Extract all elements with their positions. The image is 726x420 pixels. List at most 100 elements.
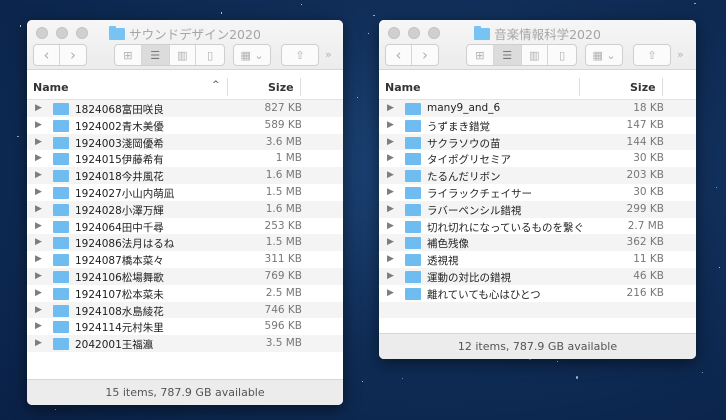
- folder-row[interactable]: ▶ 1924087橋本菜々 311 KB: [27, 251, 343, 268]
- folder-row[interactable]: ▶ 1924086法月はるね 1.5 MB: [27, 234, 343, 252]
- disclosure-triangle-icon[interactable]: ▶: [387, 103, 394, 113]
- folder-row[interactable]: ▶ many9_and_6 18 KB: [379, 100, 696, 117]
- folder-row[interactable]: ▶ 1924015伊藤希有 1 MB: [27, 150, 343, 167]
- disclosure-triangle-icon[interactable]: ▶: [387, 170, 394, 180]
- folder-row[interactable]: ▶ 1924064田中千尋 253 KB: [27, 218, 343, 235]
- folder-icon: [405, 287, 421, 300]
- folder-row[interactable]: ▶ 1924107松本菜未 2.5 MB: [27, 285, 343, 302]
- folder-row[interactable]: ▶ ラバーペンシル錯視 299 KB: [379, 200, 696, 218]
- disclosure-triangle-icon[interactable]: ▶: [35, 271, 42, 281]
- disclosure-triangle-icon[interactable]: ▶: [35, 204, 42, 214]
- disclosure-triangle-icon[interactable]: ▶: [387, 221, 394, 231]
- group-by-button[interactable]: ▦ ⌄: [234, 45, 270, 65]
- folder-row[interactable]: ▶ 切れ切れになっているものを繋ぐ 2.7 MB: [379, 218, 696, 235]
- share-button[interactable]: ⇧: [282, 45, 318, 65]
- file-list: ▶ many9_and_6 18 KB ▶ うずまき錯覚 147 KB ▶ サクラソウの苗 14…: [379, 100, 696, 335]
- group-by-button[interactable]: ▦ ⌄: [586, 45, 622, 65]
- disclosure-triangle-icon[interactable]: ▶: [387, 137, 394, 147]
- status-bar: 15 items, 787.9 GB available: [27, 379, 343, 405]
- star: [715, 187, 717, 189]
- share-button[interactable]: ⇧: [634, 45, 670, 65]
- forward-button[interactable]: ›: [60, 45, 86, 65]
- disclosure-triangle-icon[interactable]: ▶: [35, 103, 42, 113]
- folder-size: 147 KB: [626, 118, 664, 131]
- disclosure-triangle-icon[interactable]: ▶: [35, 170, 42, 180]
- folder-size: 1.5 MB: [265, 185, 302, 198]
- title-bar[interactable]: 音楽情報科学2020 ‹ › ⊞ ☰ ▥ ▯ ▦ ⌄ ⇧ »: [379, 20, 696, 70]
- folder-row[interactable]: ▶ 透視視 11 KB: [379, 251, 696, 268]
- column-view-button[interactable]: ▥: [170, 45, 197, 65]
- folder-icon: [405, 136, 421, 149]
- folder-row[interactable]: ▶ 1924027小山内萌凪 1.5 MB: [27, 184, 343, 201]
- folder-row[interactable]: ▶ タイポグリセミア 30 KB: [379, 150, 696, 167]
- folder-name: 1924108水島綾花: [75, 305, 164, 318]
- disclosure-triangle-icon[interactable]: ▶: [35, 254, 42, 264]
- folder-row[interactable]: ▶ 1924002青木美優 589 KB: [27, 117, 343, 134]
- disclosure-triangle-icon[interactable]: ▶: [35, 321, 42, 331]
- toolbar-overflow-button[interactable]: »: [325, 48, 332, 61]
- disclosure-triangle-icon[interactable]: ▶: [35, 153, 42, 163]
- folder-row[interactable]: ▶ たるんだリボン 203 KB: [379, 167, 696, 184]
- star: [575, 376, 579, 379]
- disclosure-triangle-icon[interactable]: ▶: [35, 305, 42, 315]
- folder-icon: [405, 203, 421, 216]
- gallery-view-button[interactable]: ▯: [548, 45, 576, 65]
- folder-size: 769 KB: [264, 269, 302, 282]
- size-column-header[interactable]: Size: [630, 81, 656, 94]
- disclosure-triangle-icon[interactable]: ▶: [387, 288, 394, 298]
- list-view-button[interactable]: ☰: [493, 45, 522, 65]
- folder-row[interactable]: ▶ 運動の対比の錯視 46 KB: [379, 267, 696, 285]
- folder-row[interactable]: ▶ うずまき錯覚 147 KB: [379, 117, 696, 134]
- icon-view-button[interactable]: ⊞: [467, 45, 494, 65]
- name-column-header[interactable]: Name: [385, 81, 421, 94]
- folder-row[interactable]: ▶ 1924108水島綾花 746 KB: [27, 301, 343, 319]
- gallery-view-button[interactable]: ▯: [196, 45, 224, 65]
- toolbar-overflow-button[interactable]: »: [677, 48, 684, 61]
- disclosure-triangle-icon[interactable]: ▶: [35, 221, 42, 231]
- size-column-header[interactable]: Size: [268, 81, 294, 94]
- back-button[interactable]: ‹: [34, 45, 61, 65]
- disclosure-triangle-icon[interactable]: ▶: [35, 137, 42, 147]
- folder-icon: [405, 119, 421, 132]
- title-bar[interactable]: サウンドデザイン2020 ‹ › ⊞ ☰ ▥ ▯ ▦ ⌄ ⇧ »: [27, 20, 343, 70]
- disclosure-triangle-icon[interactable]: ▶: [35, 187, 42, 197]
- folder-row[interactable]: ▶ 1924114元村朱里 596 KB: [27, 318, 343, 335]
- folder-row[interactable]: ▶ ライラックチェイサー 30 KB: [379, 184, 696, 201]
- finder-window-sound-design: サウンドデザイン2020 ‹ › ⊞ ☰ ▥ ▯ ▦ ⌄ ⇧ » Name ^ Size…: [27, 20, 343, 405]
- list-view-button[interactable]: ☰: [141, 45, 170, 65]
- disclosure-triangle-icon[interactable]: ▶: [35, 120, 42, 130]
- disclosure-triangle-icon[interactable]: ▶: [35, 288, 42, 298]
- window-title: 音楽情報科学2020: [494, 27, 601, 42]
- folder-row[interactable]: ▶ 1924028小澤万輝 1.6 MB: [27, 200, 343, 218]
- icon-view-button[interactable]: ⊞: [115, 45, 142, 65]
- disclosure-triangle-icon[interactable]: ▶: [387, 187, 394, 197]
- folder-row[interactable]: ▶ 1924106松場舞歌 769 KB: [27, 267, 343, 285]
- disclosure-triangle-icon[interactable]: ▶: [387, 120, 394, 130]
- folder-row[interactable]: ▶ 補色残像 362 KB: [379, 234, 696, 252]
- folder-row[interactable]: ▶ 1824068富田咲良 827 KB: [27, 100, 343, 117]
- back-button[interactable]: ‹: [386, 45, 413, 65]
- file-list: ▶ 1824068富田咲良 827 KB ▶ 1924002青木美優 589 KB ▶ 192…: [27, 100, 343, 369]
- column-view-button[interactable]: ▥: [522, 45, 549, 65]
- disclosure-triangle-icon[interactable]: ▶: [387, 153, 394, 163]
- folder-size: 827 KB: [264, 102, 302, 114]
- name-column-header[interactable]: Name: [33, 81, 69, 94]
- folder-row[interactable]: ▶ サクラソウの苗 144 KB: [379, 133, 696, 151]
- star: [373, 14, 375, 16]
- disclosure-triangle-icon[interactable]: ▶: [35, 338, 42, 348]
- folder-row[interactable]: ▶ 2042001王福瀛 3.5 MB: [27, 335, 343, 352]
- forward-button[interactable]: ›: [412, 45, 438, 65]
- star: [556, 360, 558, 362]
- folder-size: 3.6 MB: [265, 135, 302, 148]
- disclosure-triangle-icon[interactable]: ▶: [387, 204, 394, 214]
- folder-size: 11 KB: [633, 253, 664, 266]
- folder-name: 1924002青木美優: [75, 120, 164, 133]
- folder-row[interactable]: ▶ 離れていても心はひとつ 216 KB: [379, 285, 696, 302]
- disclosure-triangle-icon[interactable]: ▶: [387, 254, 394, 264]
- disclosure-triangle-icon[interactable]: ▶: [387, 237, 394, 247]
- folder-row[interactable]: ▶ 1924003淺岡優希 3.6 MB: [27, 133, 343, 151]
- disclosure-triangle-icon[interactable]: ▶: [35, 237, 42, 247]
- folder-row[interactable]: ▶ 1924018今井風花 1.6 MB: [27, 167, 343, 184]
- folder-name: 透視視: [427, 255, 459, 268]
- disclosure-triangle-icon[interactable]: ▶: [387, 271, 394, 281]
